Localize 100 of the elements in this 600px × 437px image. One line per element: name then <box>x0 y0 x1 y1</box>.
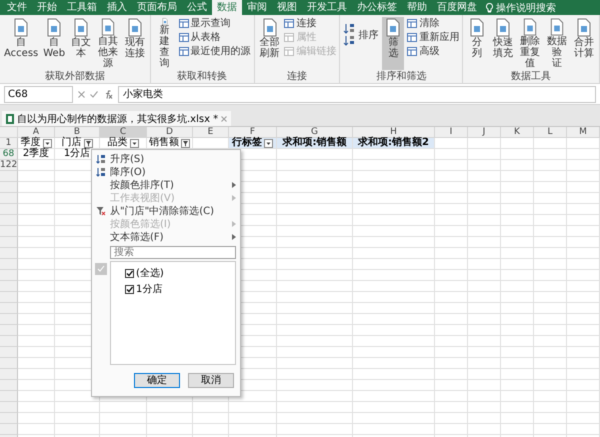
empty-cell <box>435 182 468 193</box>
column-header[interactable]: B <box>55 127 100 138</box>
dialog-button[interactable]: 确定 <box>134 373 180 388</box>
ribbon-button[interactable]: 自 Access <box>3 17 40 70</box>
ribbon-button[interactable]: 新建 查询 <box>154 17 176 70</box>
row-header[interactable] <box>0 171 18 182</box>
column-header[interactable]: F <box>229 127 277 138</box>
cancel-icon[interactable] <box>78 90 85 98</box>
row-header[interactable] <box>0 204 18 215</box>
ribbon-tab[interactable]: 百度网盘 <box>432 0 482 15</box>
ribbon-small-button[interactable]: 显示查询 <box>178 18 251 29</box>
ribbon-small-button[interactable]: 连接 <box>284 18 336 29</box>
column-header[interactable]: M <box>567 127 600 138</box>
check-icon[interactable] <box>90 90 98 98</box>
row-header[interactable] <box>0 391 18 402</box>
checkbox[interactable] <box>125 268 134 278</box>
row-header[interactable] <box>0 413 18 424</box>
column-header[interactable]: K <box>501 127 534 138</box>
column-header[interactable]: D <box>147 127 193 138</box>
ribbon-tab[interactable]: 开发工具 <box>302 0 352 15</box>
row-header[interactable] <box>0 281 18 292</box>
ribbon-tab[interactable]: 审阅 <box>242 0 272 15</box>
row-header[interactable] <box>0 314 18 325</box>
ribbon-small-button[interactable]: 从表格 <box>178 32 251 43</box>
ribbon-tab[interactable]: 工具箱 <box>62 0 102 15</box>
ribbon-button[interactable]: 合并计算 <box>572 17 596 70</box>
ribbon-tab[interactable]: 视图 <box>272 0 302 15</box>
search-field[interactable]: 搜索 <box>110 246 236 259</box>
function-icon[interactable] <box>103 90 113 98</box>
row-header[interactable] <box>0 226 18 237</box>
ribbon-button[interactable]: 筛选 <box>382 17 404 70</box>
ribbon-button[interactable]: 删除 重复值 <box>518 17 542 70</box>
row-header[interactable]: 1 <box>0 138 18 149</box>
dialog-button[interactable]: 取消 <box>188 373 234 388</box>
row-header[interactable] <box>0 369 18 380</box>
ribbon-button[interactable]: 自文本 <box>69 17 93 70</box>
column-header[interactable]: L <box>534 127 567 138</box>
ribbon-button[interactable]: 自 Web <box>42 17 66 70</box>
row-header[interactable] <box>0 303 18 314</box>
ribbon-tab[interactable]: 开始 <box>32 0 62 15</box>
row-header[interactable] <box>0 270 18 281</box>
menu-item[interactable]: 升序(S) <box>92 152 240 165</box>
ribbon-tab[interactable]: 帮助 <box>402 0 432 15</box>
filter-applied-button[interactable] <box>84 138 92 148</box>
ribbon-small-button[interactable]: 重新应用 <box>407 32 460 43</box>
row-header[interactable] <box>0 248 18 259</box>
ribbon-tab[interactable]: 插入 <box>102 0 132 15</box>
sort-icon[interactable] <box>343 23 356 47</box>
column-header[interactable]: E <box>193 127 229 138</box>
sort-descending-icon <box>96 166 106 176</box>
tell-me-search[interactable]: 操作说明搜索 <box>496 0 556 14</box>
row-header[interactable] <box>0 402 18 413</box>
menu-item[interactable]: 按颜色排序(T) <box>92 178 240 191</box>
ribbon-button[interactable]: 全部刷新 <box>258 17 282 70</box>
filter-dropdown-button[interactable] <box>42 138 52 148</box>
column-header[interactable]: J <box>468 127 501 138</box>
row-header[interactable] <box>0 215 18 226</box>
row-header[interactable] <box>0 182 18 193</box>
checkbox[interactable] <box>125 284 134 294</box>
ribbon-button[interactable]: 排序 <box>357 28 380 42</box>
ribbon-button[interactable]: 现有连接 <box>122 17 147 70</box>
filter-dropdown-button[interactable] <box>130 138 138 148</box>
ribbon-button[interactable]: 快速填充 <box>491 17 516 70</box>
row-header[interactable] <box>0 292 18 303</box>
ribbon-tab[interactable]: 文件 <box>2 0 32 15</box>
row-header[interactable] <box>0 237 18 248</box>
row-header[interactable] <box>0 380 18 391</box>
filter-applied-button[interactable] <box>181 138 190 148</box>
ribbon-button[interactable]: 自其他来源 <box>96 17 120 70</box>
row-header[interactable] <box>0 325 18 336</box>
row-header[interactable]: 68 <box>0 149 18 160</box>
workbook-tab[interactable]: 自以为用心制作的数据源，其实很多坑.xlsx * <box>2 111 232 126</box>
ribbon-button[interactable]: 数据验 证 <box>545 17 570 70</box>
row-header[interactable] <box>0 424 18 435</box>
row-header[interactable] <box>0 193 18 204</box>
ribbon-small-button[interactable]: 高级 <box>407 46 460 57</box>
empty-cell <box>567 303 600 314</box>
menu-item[interactable]: 文本筛选(F) <box>92 230 240 243</box>
row-header[interactable] <box>0 347 18 358</box>
column-header[interactable]: A <box>18 127 55 138</box>
row-header[interactable]: 122 <box>0 160 18 171</box>
row-header[interactable] <box>0 259 18 270</box>
ribbon-small-button[interactable]: 最近使用的源 <box>178 46 251 57</box>
ribbon-button[interactable]: 分列 <box>466 17 488 70</box>
ribbon-tab[interactable]: 公式 <box>182 0 212 15</box>
close-icon[interactable] <box>221 116 228 122</box>
ribbon-small-button[interactable]: 清除 <box>407 18 460 29</box>
column-header[interactable]: C <box>100 127 147 138</box>
ribbon-tab[interactable]: 数据 <box>212 0 242 15</box>
name-box[interactable]: C68 <box>4 86 73 102</box>
formula-field[interactable]: 小家电类 <box>118 86 596 102</box>
row-header[interactable] <box>0 358 18 369</box>
menu-item[interactable]: 降序(O) <box>92 165 240 178</box>
ribbon-tab[interactable]: 页面布局 <box>132 0 182 15</box>
column-header[interactable]: I <box>435 127 468 138</box>
select-all-corner[interactable] <box>0 127 18 138</box>
menu-item[interactable]: 从"门店"中清除筛选(C) <box>92 204 240 217</box>
filter-dropdown-button[interactable] <box>264 138 273 148</box>
row-header[interactable] <box>0 336 18 347</box>
ribbon-tab[interactable]: 办公标签 <box>352 0 402 15</box>
